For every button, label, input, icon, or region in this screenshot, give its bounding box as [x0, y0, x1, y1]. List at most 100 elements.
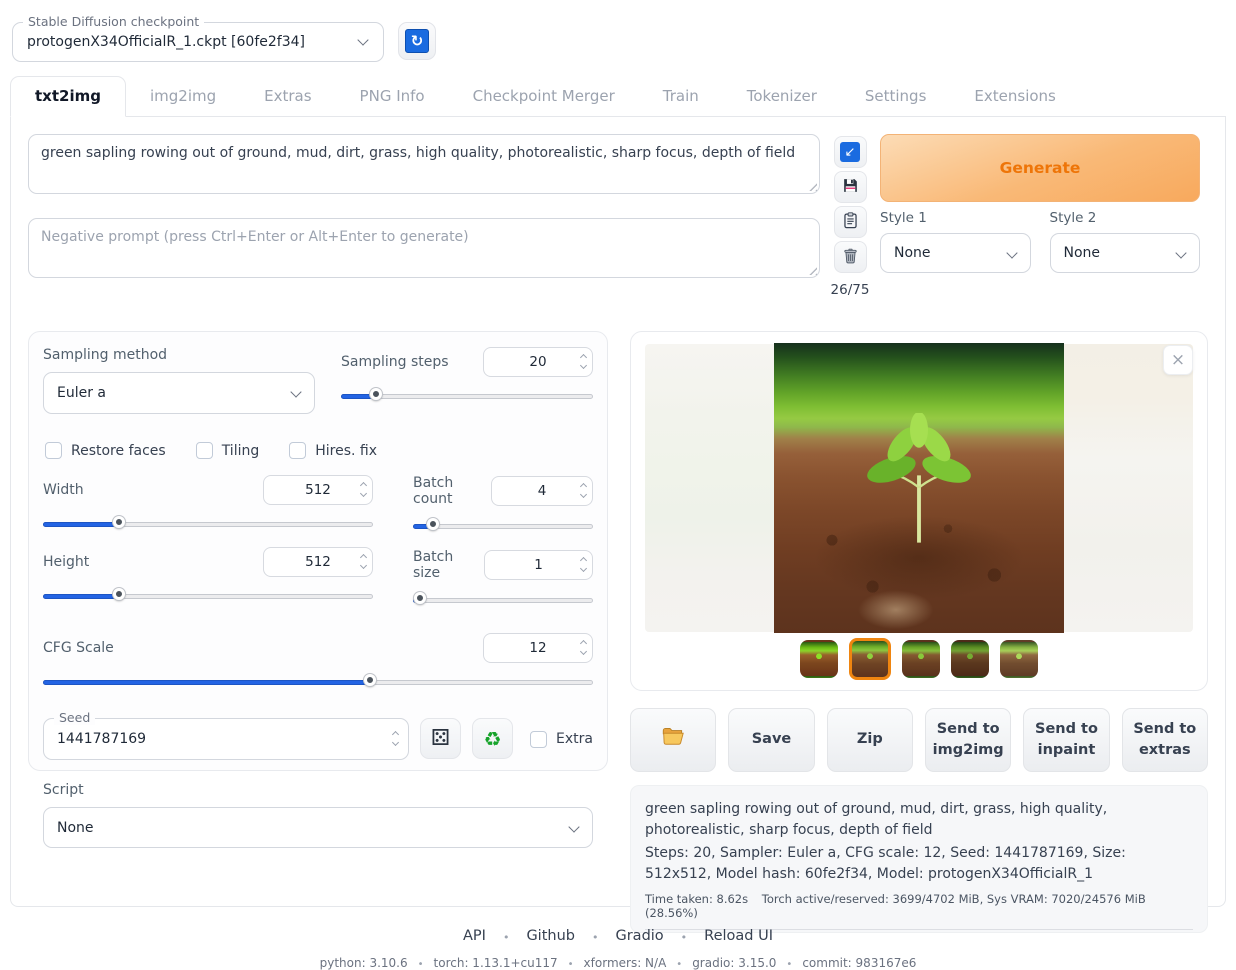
tab-extensions[interactable]: Extensions	[950, 77, 1079, 117]
send-to-inpaint-label: Send to inpaint	[1035, 719, 1098, 761]
sampling-method-label: Sampling method	[43, 347, 315, 363]
tab-txt2img[interactable]: txt2img	[10, 76, 126, 117]
gallery-backdrop-right	[1059, 344, 1193, 632]
generated-image[interactable]	[774, 343, 1064, 633]
spinner-icon[interactable]	[393, 732, 398, 745]
spinner-icon[interactable]	[361, 555, 366, 568]
parameters-panel: Sampling method Euler a Sampling steps 2…	[28, 331, 608, 771]
tab-checkpoint-merger[interactable]: Checkpoint Merger	[449, 77, 639, 117]
spinner-icon[interactable]	[581, 558, 586, 571]
batch-count-input[interactable]: 4	[491, 476, 593, 506]
output-panel: × Save	[630, 331, 1208, 933]
clear-prompt-button[interactable]	[834, 241, 867, 273]
paste-arrow-icon: ↙	[840, 142, 860, 162]
version-info: python: 3.10.6 torch: 1.13.1+cu117 xform…	[0, 956, 1236, 970]
recycle-icon: ♻	[484, 729, 502, 749]
tab-extras[interactable]: Extras	[240, 77, 335, 117]
resize-grip-icon[interactable]	[807, 265, 817, 275]
footer-link-api[interactable]: API	[463, 928, 486, 949]
tab-bar: txt2img img2img Extras PNG Info Checkpoi…	[0, 76, 1236, 117]
send-to-inpaint-button[interactable]: Send to inpaint	[1023, 708, 1109, 772]
script-label: Script	[43, 782, 593, 798]
tab-settings[interactable]: Settings	[841, 77, 951, 117]
cfg-scale-input[interactable]: 12	[483, 633, 593, 663]
width-label: Width	[43, 482, 84, 498]
send-to-img2img-button[interactable]: Send to img2img	[925, 708, 1011, 772]
style2-select[interactable]: None	[1050, 233, 1201, 273]
batch-size-input[interactable]: 1	[484, 550, 593, 580]
sampling-steps-input[interactable]: 20	[483, 347, 593, 377]
random-seed-button[interactable]: ⚄	[420, 718, 461, 759]
open-folder-button[interactable]	[630, 708, 716, 772]
style1-label: Style 1	[880, 210, 1031, 226]
footer-link-reload-ui[interactable]: Reload UI	[704, 928, 773, 949]
height-slider[interactable]	[43, 589, 373, 605]
seed-label: Seed	[54, 710, 95, 725]
batch-size-label: Batch size	[413, 549, 484, 581]
thumbnail-3[interactable]	[902, 640, 940, 678]
batch-count-value: 4	[538, 483, 547, 499]
generation-info-params: Steps: 20, Sampler: Euler a, CFG scale: …	[645, 843, 1193, 885]
prompt-tools: ↙ 26/75	[832, 134, 868, 298]
spinner-icon[interactable]	[581, 355, 586, 368]
tab-train[interactable]: Train	[639, 77, 723, 117]
save-button[interactable]: Save	[728, 708, 814, 772]
tiling-label: Tiling	[222, 443, 260, 459]
batch-size-slider[interactable]	[413, 593, 593, 609]
width-input[interactable]: 512	[263, 475, 373, 505]
checkpoint-select[interactable]: Stable Diffusion checkpoint protogenX34O…	[12, 22, 384, 62]
checkpoint-label: Stable Diffusion checkpoint	[23, 14, 204, 29]
apply-style-button[interactable]	[834, 206, 867, 238]
thumbnail-5[interactable]	[1000, 640, 1038, 678]
width-slider[interactable]	[43, 517, 373, 533]
sampling-steps-slider[interactable]	[341, 389, 593, 405]
commit-hash: commit: 983167e6	[776, 956, 916, 970]
footer-link-github[interactable]: Github	[526, 928, 575, 949]
save-style-button[interactable]	[834, 171, 867, 203]
seed-input[interactable]: Seed 1441787169	[43, 718, 409, 760]
zip-button[interactable]: Zip	[827, 708, 913, 772]
refresh-icon: ↻	[405, 29, 429, 53]
batch-count-slider[interactable]	[413, 519, 593, 535]
send-to-extras-button[interactable]: Send to extras	[1122, 708, 1208, 772]
chevron-down-icon	[357, 34, 368, 45]
resize-grip-icon[interactable]	[807, 181, 817, 191]
sampling-method-select[interactable]: Euler a	[43, 372, 315, 414]
restore-faces-checkbox[interactable]: Restore faces	[45, 442, 166, 459]
height-input[interactable]: 512	[263, 547, 373, 577]
thumbnail-4[interactable]	[951, 640, 989, 678]
sapling-graphic	[859, 413, 979, 545]
footer-link-gradio[interactable]: Gradio	[615, 928, 663, 949]
script-select[interactable]: None	[43, 807, 593, 848]
close-icon: ×	[1171, 350, 1185, 370]
time-taken: Time taken: 8.62s	[645, 892, 748, 906]
tab-img2img[interactable]: img2img	[126, 77, 240, 117]
generate-button[interactable]: Generate	[880, 134, 1200, 202]
style1-select[interactable]: None	[880, 233, 1031, 273]
dot-separator: •	[503, 928, 510, 949]
hires-fix-label: Hires. fix	[315, 443, 377, 459]
reuse-seed-button[interactable]: ♻	[472, 718, 513, 759]
gradio-version: gradio: 3.15.0	[666, 956, 776, 970]
tab-png-info[interactable]: PNG Info	[336, 77, 449, 117]
gallery-backdrop-left	[645, 344, 779, 632]
spinner-icon[interactable]	[361, 483, 366, 496]
extra-seed-checkbox[interactable]: Extra	[530, 718, 593, 760]
tiling-checkbox[interactable]: Tiling	[196, 442, 260, 459]
paste-generation-params-button[interactable]: ↙	[834, 136, 867, 168]
refresh-checkpoint-button[interactable]: ↻	[398, 22, 436, 60]
negative-prompt-input[interactable]: Negative prompt (press Ctrl+Enter or Alt…	[28, 218, 820, 278]
sampling-method-value: Euler a	[57, 385, 106, 401]
sampling-steps-value: 20	[529, 354, 546, 370]
spinner-icon[interactable]	[581, 484, 586, 497]
spinner-icon[interactable]	[581, 641, 586, 654]
folder-icon	[660, 723, 686, 756]
hires-fix-checkbox[interactable]: Hires. fix	[289, 442, 377, 459]
tab-tokenizer[interactable]: Tokenizer	[723, 77, 841, 117]
thumbnail-2-selected[interactable]	[849, 638, 891, 680]
prompt-input[interactable]: green sapling rowing out of ground, mud,…	[28, 134, 820, 194]
chevron-down-icon	[1175, 247, 1186, 258]
cfg-scale-slider[interactable]	[43, 675, 593, 691]
thumbnail-1[interactable]	[800, 640, 838, 678]
close-gallery-button[interactable]: ×	[1163, 345, 1193, 375]
